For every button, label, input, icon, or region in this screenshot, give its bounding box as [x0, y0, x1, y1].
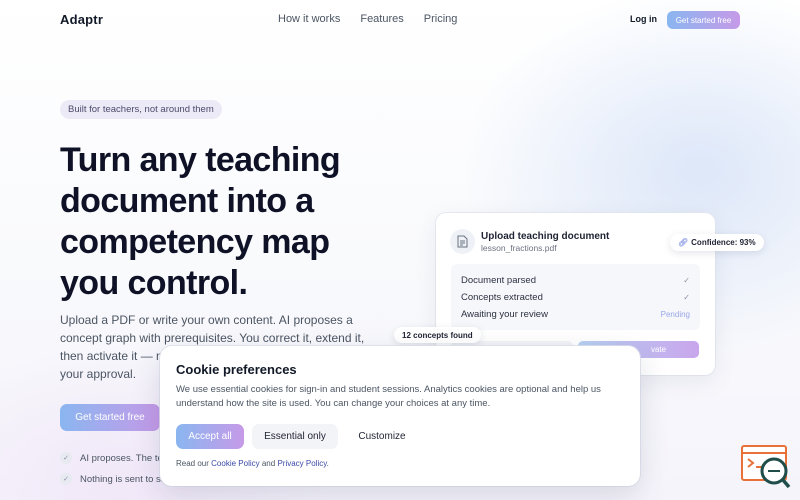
logo[interactable]: Adaptr — [60, 12, 103, 27]
nav-get-started-button[interactable]: Get started free — [667, 11, 740, 29]
login-link[interactable]: Log in — [630, 14, 657, 24]
nav-links: How it works Features Pricing — [278, 13, 457, 25]
feature-check-2: ✓ Nothing is sent to stu — [60, 472, 169, 486]
nav-link-features[interactable]: Features — [360, 13, 403, 25]
status-check-icon: ✓ — [683, 275, 690, 285]
card-title: Upload teaching document — [481, 231, 610, 242]
cookie-banner: Cookie preferences We use essential cook… — [160, 346, 640, 486]
essential-only-button[interactable]: Essential only — [252, 424, 338, 449]
status-label: Concepts extracted — [461, 291, 543, 303]
confidence-label: Confidence: 93% — [691, 238, 756, 247]
link-icon: 🔗︎ — [678, 238, 689, 247]
activate-button-label: vate — [650, 345, 667, 354]
privacy-policy-link[interactable]: Privacy Policy — [277, 459, 326, 468]
card-filename: lesson_fractions.pdf — [481, 243, 557, 253]
cookie-foot-prefix: Read our — [176, 459, 209, 468]
customize-button[interactable]: Customize — [346, 424, 418, 449]
check-icon: ✓ — [60, 473, 72, 485]
hero-headline: Turn any teaching document into a compet… — [60, 141, 341, 302]
cookie-title: Cookie preferences — [176, 362, 297, 377]
feature-check-label: AI proposes. The te — [80, 452, 163, 464]
status-row: Document parsed ✓ — [461, 273, 690, 287]
status-label: Awaiting your review — [461, 308, 548, 320]
cookie-body: We use essential cookies for sign-in and… — [176, 384, 601, 409]
cookie-foot-and: and — [261, 459, 276, 468]
concepts-found-badge: 12 concepts found — [394, 327, 481, 343]
confidence-badge: 🔗︎ Confidence: 93% — [670, 234, 764, 251]
status-row: Concepts extracted ✓ — [461, 290, 690, 304]
support-chat-icon[interactable] — [740, 444, 792, 490]
hero-subtext-tail: your approval. — [60, 367, 137, 381]
status-label: Document parsed — [461, 274, 536, 286]
feature-check-1: ✓ AI proposes. The te — [60, 451, 163, 465]
status-list: Document parsed ✓ Concepts extracted ✓ A… — [451, 264, 700, 330]
cookie-policy-link[interactable]: Cookie Policy — [211, 459, 259, 468]
status-pending-badge: Pending — [660, 309, 690, 319]
accept-all-button[interactable]: Accept all — [176, 424, 244, 449]
check-icon: ✓ — [60, 452, 72, 464]
feature-check-label: Nothing is sent to stu — [80, 473, 169, 485]
nav-link-pricing[interactable]: Pricing — [424, 13, 458, 25]
status-check-icon: ✓ — [683, 292, 690, 302]
hero-pill: Built for teachers, not around them — [60, 100, 222, 119]
cookie-foot-suffix: . — [326, 459, 329, 468]
cookie-footnote: Read our Cookie Policy and Privacy Polic… — [176, 459, 329, 468]
hero-get-started-button[interactable]: Get started free — [60, 404, 160, 431]
document-icon — [450, 229, 475, 254]
top-nav: Adaptr How it works Features Pricing Log… — [0, 0, 800, 40]
nav-link-how-it-works[interactable]: How it works — [278, 13, 340, 25]
status-row: Awaiting your review Pending — [461, 307, 690, 321]
